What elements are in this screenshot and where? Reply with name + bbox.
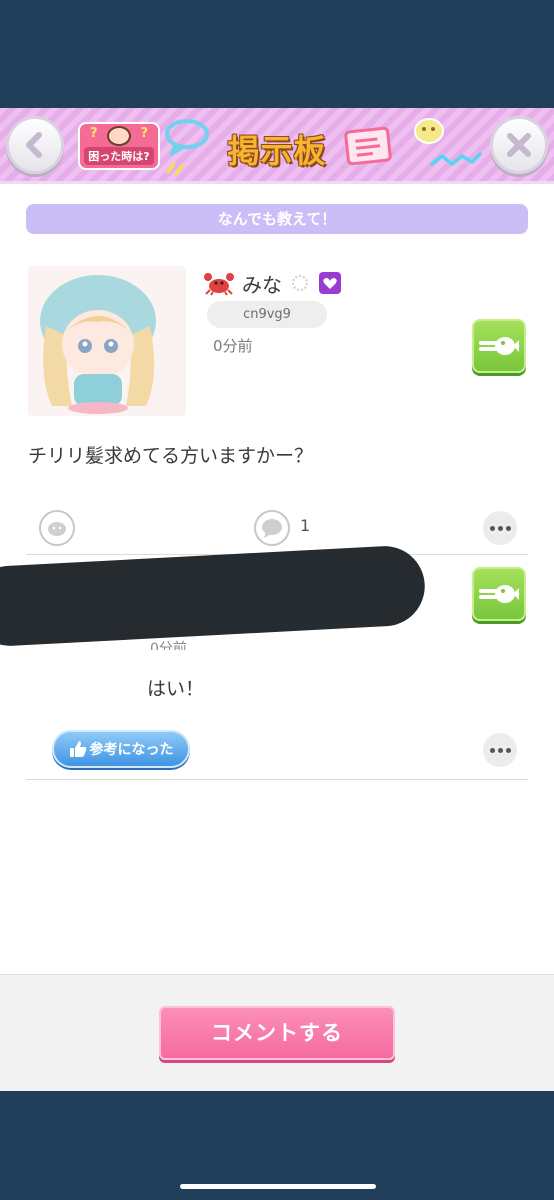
redaction-mark bbox=[0, 544, 427, 648]
comment-count-button[interactable] bbox=[254, 510, 290, 546]
home-indicator[interactable] bbox=[180, 1184, 376, 1189]
wave-deco-icon bbox=[430, 152, 482, 166]
helpful-label: 参考になった bbox=[89, 742, 174, 758]
post-author-id: cn9vg9 bbox=[207, 301, 327, 328]
stamp-button[interactable] bbox=[39, 510, 75, 546]
post-body: チリリ髪求めてる方いますかー？ bbox=[28, 445, 314, 467]
helpful-button[interactable]: 参考になった bbox=[52, 730, 190, 768]
stamp-icon bbox=[48, 522, 66, 536]
help-button[interactable]: ? ? 困った時は? bbox=[78, 122, 160, 170]
close-button[interactable] bbox=[490, 116, 548, 174]
more-icon bbox=[489, 525, 495, 531]
reply-divider bbox=[26, 779, 528, 780]
reply-reaction-button[interactable] bbox=[472, 567, 526, 621]
crab-icon bbox=[204, 273, 234, 296]
speech-bubble-icon bbox=[262, 519, 282, 538]
comment-count: 1 bbox=[300, 516, 311, 535]
reply-more-button[interactable] bbox=[483, 733, 517, 767]
board-category-label: なんでも教えて！ bbox=[26, 204, 528, 234]
question-mark-icon: ? bbox=[90, 126, 98, 141]
avatar-image bbox=[40, 275, 156, 414]
footer-bar: コメントする bbox=[0, 974, 554, 1091]
post-avatar[interactable] bbox=[28, 266, 186, 416]
fish-icon bbox=[479, 337, 519, 355]
header-bar: ? ? 困った時は? 掲示板 bbox=[0, 108, 554, 184]
post-timestamp: 0分前 bbox=[213, 337, 253, 355]
post-action-row: 1 bbox=[0, 508, 554, 550]
comment-button[interactable]: コメントする bbox=[159, 1006, 395, 1060]
notice-board-icon bbox=[344, 126, 392, 166]
sparkle-icon bbox=[292, 275, 308, 291]
heart-icon bbox=[319, 272, 341, 294]
more-icon bbox=[489, 747, 495, 753]
board-screen: ? ? 困った時は? 掲示板 なんでも教えて！ みな cn9vg9 0分前 チリ… bbox=[0, 108, 554, 1091]
thumbs-up-icon bbox=[69, 741, 86, 757]
character-face-icon bbox=[107, 126, 131, 146]
post-author[interactable]: みな bbox=[204, 268, 342, 298]
back-button[interactable] bbox=[6, 116, 64, 174]
reply-timestamp: 0分前 bbox=[150, 641, 187, 650]
fish-icon bbox=[479, 585, 519, 603]
post-reaction-button[interactable] bbox=[472, 319, 526, 373]
close-icon bbox=[507, 133, 531, 157]
reply-body: はい！ bbox=[147, 678, 205, 700]
post-more-button[interactable] bbox=[483, 511, 517, 545]
back-icon bbox=[26, 132, 42, 158]
bread-deco-icon bbox=[414, 118, 444, 144]
question-mark-icon: ? bbox=[140, 126, 148, 141]
page-title: 掲示板 bbox=[227, 132, 327, 170]
speech-bubble-deco-icon bbox=[165, 119, 209, 156]
sparkle-deco-icon bbox=[166, 162, 184, 176]
post-author-name: みな bbox=[242, 272, 282, 297]
help-label: 困った時は? bbox=[84, 147, 154, 165]
